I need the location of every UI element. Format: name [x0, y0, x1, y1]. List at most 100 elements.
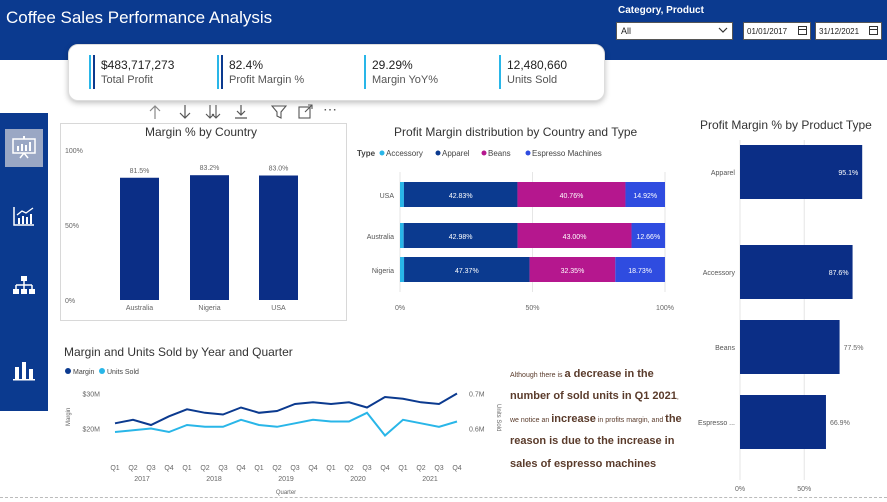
- kpi-accent-bar: [89, 55, 91, 89]
- y-axis-title: Margin: [66, 408, 72, 426]
- dropdown-value: All: [621, 26, 632, 36]
- visual-toolbar: ⋯: [147, 101, 347, 123]
- y-tick-label: 50%: [65, 223, 79, 230]
- margin-by-product-type-chart[interactable]: 0% 50% Apparel 95.1% Accessory 87.6% Beans 77.5…: [695, 135, 885, 497]
- year-label: 2018: [206, 476, 222, 483]
- kpi-label: Margin YoY%: [372, 74, 439, 86]
- kpi-accent-bar: [364, 55, 366, 89]
- kpi-value: 29.29%: [372, 58, 413, 72]
- line-chart-icon: [13, 207, 34, 226]
- x-tick-label: Q2: [200, 465, 209, 472]
- data-label: 81.5%: [130, 168, 150, 175]
- left-tick-label: $20M: [82, 427, 100, 434]
- legend-label: Margin: [73, 369, 95, 376]
- filter-icon[interactable]: [271, 103, 287, 121]
- chart-title: Profit Margin % by Product Type: [700, 118, 872, 132]
- nav-bar-chart-button[interactable]: [5, 351, 43, 389]
- calendar-icon[interactable]: [798, 26, 807, 35]
- left-tick-label: $30M: [82, 392, 100, 399]
- x-tick-label: Q4: [452, 465, 461, 472]
- segment-label: 12.66%: [636, 234, 660, 241]
- narrative-segment: Although there is: [510, 372, 565, 379]
- segment-label: 42.83%: [449, 193, 473, 200]
- category-product-dropdown[interactable]: All: [616, 22, 733, 40]
- bar: [259, 175, 298, 300]
- data-label: 87.6%: [829, 270, 849, 277]
- x-tick-label: Q4: [308, 465, 317, 472]
- legend-label: Espresso Machines: [532, 149, 602, 158]
- nav-hierarchy-button[interactable]: [5, 267, 43, 305]
- x-tick-label: 100%: [656, 305, 674, 312]
- report-title: Coffee Sales Performance Analysis: [6, 8, 273, 27]
- narrative-segment: increase: [551, 412, 596, 425]
- profit-distribution-chart[interactable]: Type Accessory Apparel Beans Espresso Machin…: [355, 142, 685, 317]
- x-tick-label: Q3: [434, 465, 443, 472]
- category-label: USA: [380, 193, 395, 200]
- presentation-icon: [12, 136, 36, 159]
- legend-marker: [379, 150, 385, 156]
- x-tick-label: Q3: [146, 465, 155, 472]
- x-axis-title: Quarter: [276, 490, 296, 496]
- margin-units-line-chart[interactable]: Margin Units Sold $30M $20M 0.7M 0.6M Margin Un…: [60, 360, 505, 500]
- end-date-input[interactable]: 31/12/2021: [815, 22, 882, 40]
- x-tick-label: Nigeria: [198, 305, 220, 312]
- year-label: 2017: [134, 476, 150, 483]
- bar: [740, 395, 826, 449]
- bar: [120, 177, 159, 300]
- x-tick-label: Q2: [344, 465, 353, 472]
- narrative-segment: in profits margin: [595, 416, 648, 424]
- kpi-accent-bar: [221, 55, 223, 89]
- category-label: Apparel: [711, 170, 736, 177]
- nav-sidebar: [0, 113, 48, 411]
- chart-title: Margin % by Country: [145, 125, 258, 139]
- slicer-label: Category, Product: [618, 5, 704, 16]
- x-tick-label: 0%: [395, 305, 405, 312]
- legend-label: Beans: [488, 149, 511, 158]
- narrative-segment: , and: [647, 416, 666, 424]
- segment-label: 40.76%: [560, 193, 584, 200]
- kpi-accent-bar: [499, 55, 501, 89]
- x-tick-label: Q1: [182, 465, 191, 472]
- start-date-input[interactable]: 01/01/2017: [743, 22, 811, 40]
- nav-presentation-button[interactable]: [5, 129, 43, 167]
- drill-down-icon[interactable]: [177, 103, 193, 121]
- chevron-down-icon: [718, 27, 728, 33]
- x-tick-label: Q1: [326, 465, 335, 472]
- focus-mode-icon[interactable]: [297, 103, 313, 121]
- kpi-value: $483,717,273: [101, 58, 175, 72]
- kpi-label: Units Sold: [507, 74, 558, 86]
- x-tick-label: Q3: [362, 465, 371, 472]
- segment-label: 47.37%: [455, 268, 479, 275]
- drill-up-icon[interactable]: [147, 103, 163, 121]
- category-label: Accessory: [703, 270, 736, 277]
- year-label: 2021: [422, 476, 438, 483]
- category-label: Nigeria: [372, 268, 394, 275]
- x-tick-label: 50%: [797, 486, 811, 493]
- category-label: Australia: [367, 234, 394, 241]
- nav-line-chart-button[interactable]: [5, 197, 43, 235]
- category-label: Beans: [715, 345, 735, 352]
- legend-marker: [525, 150, 531, 156]
- hierarchy-icon: [13, 276, 35, 294]
- segment-label: 32.35%: [561, 268, 585, 275]
- expand-all-icon[interactable]: [205, 103, 221, 121]
- kpi-profit-margin: 82.4% Profit Margin %: [217, 55, 304, 89]
- bar: [190, 175, 229, 300]
- data-label: 83.2%: [200, 165, 220, 172]
- more-options-icon[interactable]: ⋯: [323, 101, 337, 118]
- legend-label: Units Sold: [107, 369, 139, 376]
- report-page: { "report": {"title": "Coffee Sales Perf…: [0, 0, 887, 502]
- legend-marker: [99, 368, 105, 374]
- x-tick-label: Q3: [218, 465, 227, 472]
- x-tick-label: Q3: [290, 465, 299, 472]
- x-tick-label: 50%: [525, 305, 539, 312]
- data-label: 83.0%: [269, 166, 289, 173]
- kpi-total-profit: $483,717,273 Total Profit: [89, 55, 174, 89]
- calendar-icon[interactable]: [869, 26, 878, 35]
- year-label: 2019: [278, 476, 294, 483]
- expand-next-icon[interactable]: [233, 103, 249, 121]
- margin-by-country-chart[interactable]: 100% 50% 0% 81.5% Australia 83.2% Nigeria 83.0%…: [60, 140, 347, 320]
- chart-title: Profit Margin distribution by Country an…: [394, 125, 638, 139]
- segment-label: 18.73%: [628, 268, 652, 275]
- data-label: 77.5%: [844, 345, 864, 352]
